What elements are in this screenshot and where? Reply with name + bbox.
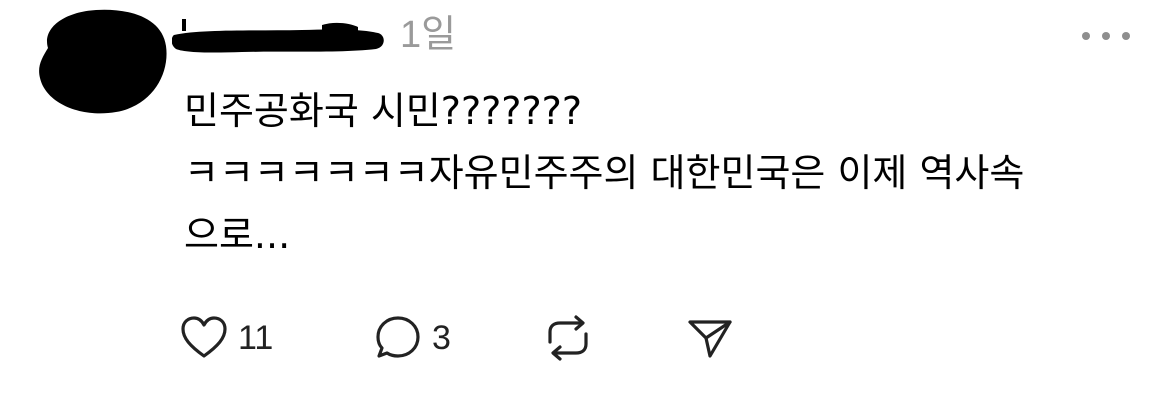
post-timestamp: 1일 (400, 14, 457, 56)
more-horizontal-icon (1082, 32, 1090, 40)
repost-button[interactable] (542, 312, 686, 364)
more-dot (1102, 32, 1110, 40)
more-options-button[interactable] (1082, 22, 1130, 50)
comment-icon (376, 316, 420, 358)
avatar-redaction (39, 9, 167, 114)
username[interactable] (172, 13, 388, 57)
username-redaction (172, 19, 384, 53)
like-count: 11 (238, 318, 274, 357)
post-body: 민주공화국 시민??????? ㅋㅋㅋㅋㅋㅋㅋ자유민주주의 대한민국은 이제 역… (184, 80, 1134, 266)
heart-icon (181, 316, 227, 358)
reply-count: 3 (432, 318, 451, 357)
more-dot (1122, 32, 1130, 40)
post-card: 1일 민주공화국 시민??????? ㅋㅋㅋㅋㅋㅋㅋ자유민주주의 대한민국은 이… (0, 0, 1170, 401)
repost-icon (548, 315, 588, 361)
author-row: 1일 (172, 10, 456, 60)
like-button[interactable]: 11 (180, 316, 374, 360)
share-button[interactable] (686, 314, 746, 362)
post-text-line: ㅋㅋㅋㅋㅋㅋㅋ자유민주주의 대한민국은 이제 역사속 (184, 151, 1025, 195)
action-bar: 11 3 (180, 312, 746, 364)
reply-button[interactable]: 3 (374, 314, 542, 362)
send-icon (688, 320, 732, 358)
post-text-line: 민주공화국 시민??????? (184, 89, 582, 133)
avatar[interactable] (34, 8, 168, 116)
post-text-line: 으로... (184, 213, 291, 257)
